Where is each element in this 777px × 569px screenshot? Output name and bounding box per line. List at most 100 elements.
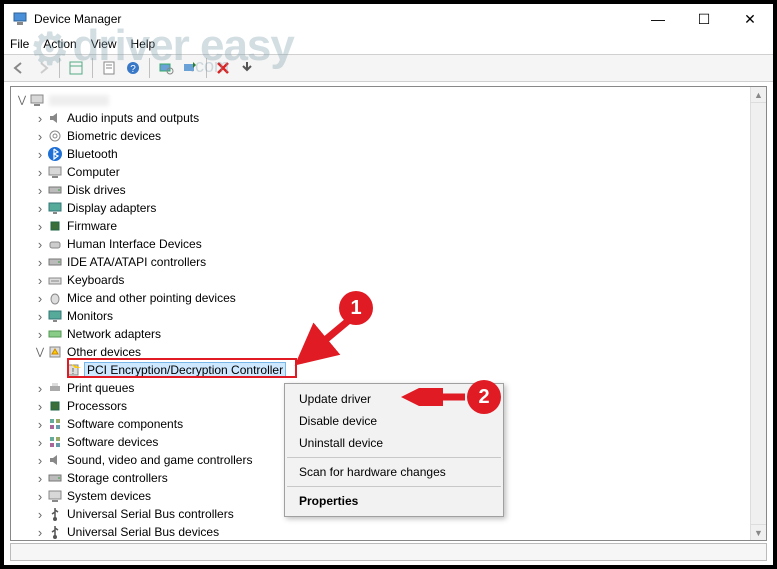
arrow-2-icon xyxy=(400,388,470,406)
tree-item-label: Sound, video and game controllers xyxy=(67,453,252,467)
tree-item[interactable]: Bluetooth xyxy=(11,145,766,163)
tree-item-label: System devices xyxy=(67,489,151,503)
tree-item[interactable]: Computer xyxy=(11,163,766,181)
scroll-up-icon[interactable]: ▲ xyxy=(751,87,766,103)
tree-item-label: Network adapters xyxy=(67,327,161,341)
device-category-icon xyxy=(47,308,63,324)
tree-item-label: Bluetooth xyxy=(67,147,118,161)
tree-item-label: Keyboards xyxy=(67,273,124,287)
vertical-scrollbar[interactable]: ▲ ▼ xyxy=(750,87,766,540)
tree-item[interactable]: Universal Serial Bus devices xyxy=(11,523,766,541)
svg-text:!: ! xyxy=(72,367,74,376)
forward-button[interactable] xyxy=(32,57,54,79)
tree-item-label: Human Interface Devices xyxy=(67,237,202,251)
tree-item-label: Software components xyxy=(67,417,183,431)
maximize-button[interactable]: ☐ xyxy=(681,4,727,34)
help-button[interactable]: ? xyxy=(122,57,144,79)
menu-bar: File Action View Help xyxy=(4,34,773,54)
show-hide-tree-button[interactable] xyxy=(65,57,87,79)
tree-item-label: Firmware xyxy=(67,219,117,233)
device-category-icon xyxy=(47,128,63,144)
menu-properties[interactable]: Properties xyxy=(285,490,503,512)
tree-item-label: Biometric devices xyxy=(67,129,161,143)
tree-item[interactable]: Display adapters xyxy=(11,199,766,217)
tree-item-label: Display adapters xyxy=(67,201,156,215)
menu-separator xyxy=(287,457,501,458)
tree-item[interactable]: Network adapters xyxy=(11,325,766,343)
tree-item-label: Audio inputs and outputs xyxy=(67,111,199,125)
tree-item[interactable]: Biometric devices xyxy=(11,127,766,145)
tree-item-label: Disk drives xyxy=(67,183,126,197)
device-category-icon xyxy=(47,236,63,252)
tree-item-label: Storage controllers xyxy=(67,471,168,485)
window-frame: ⚙driver easy .com Device Manager — ☐ ✕ F… xyxy=(0,0,777,569)
enable-button[interactable] xyxy=(236,57,258,79)
device-category-icon xyxy=(47,344,63,360)
device-category-icon xyxy=(47,272,63,288)
tree-root-label xyxy=(49,95,109,106)
device-category-icon xyxy=(47,110,63,126)
device-category-icon xyxy=(47,434,63,450)
tree-item-label: Processors xyxy=(67,399,127,413)
minimize-button[interactable]: — xyxy=(635,4,681,34)
tree-item[interactable]: Mice and other pointing devices xyxy=(11,289,766,307)
menu-scan-hardware[interactable]: Scan for hardware changes xyxy=(285,461,503,483)
step-marker-2: 2 xyxy=(467,380,501,414)
status-bar xyxy=(10,543,767,561)
arrow-1-icon xyxy=(288,316,358,371)
device-category-icon xyxy=(47,488,63,504)
tree-item-label: Monitors xyxy=(67,309,113,323)
tree-root[interactable] xyxy=(11,91,766,109)
tree-item[interactable]: Keyboards xyxy=(11,271,766,289)
tree-item-label: Software devices xyxy=(67,435,158,449)
menu-view[interactable]: View xyxy=(91,37,117,51)
computer-icon xyxy=(29,92,45,108)
svg-text:?: ? xyxy=(130,64,136,75)
tree-item[interactable]: Other devices xyxy=(11,343,766,361)
tree-child-label: PCI Encryption/Decryption Controller xyxy=(85,363,285,377)
device-category-icon xyxy=(47,416,63,432)
window-title: Device Manager xyxy=(34,12,635,26)
tree-item[interactable]: Monitors xyxy=(11,307,766,325)
tree-item-label: Universal Serial Bus devices xyxy=(67,525,219,539)
device-category-icon xyxy=(47,524,63,540)
tree-item[interactable]: IDE ATA/ATAPI controllers xyxy=(11,253,766,271)
tree-item-label: IDE ATA/ATAPI controllers xyxy=(67,255,206,269)
tree-item[interactable]: Firmware xyxy=(11,217,766,235)
properties-button[interactable] xyxy=(98,57,120,79)
tree-child-item[interactable]: ! PCI Encryption/Decryption Controller xyxy=(11,361,766,379)
menu-disable-device[interactable]: Disable device xyxy=(285,410,503,432)
uninstall-button[interactable] xyxy=(212,57,234,79)
device-category-icon xyxy=(47,290,63,306)
scan-hardware-button[interactable] xyxy=(155,57,177,79)
tree-item[interactable]: Disk drives xyxy=(11,181,766,199)
device-category-icon xyxy=(47,380,63,396)
device-category-icon xyxy=(47,506,63,522)
device-category-icon xyxy=(47,146,63,162)
warning-device-icon: ! xyxy=(65,362,81,378)
menu-file[interactable]: File xyxy=(10,37,29,51)
menu-uninstall-device[interactable]: Uninstall device xyxy=(285,432,503,454)
close-button[interactable]: ✕ xyxy=(727,4,773,34)
scroll-down-icon[interactable]: ▼ xyxy=(751,524,766,540)
menu-separator xyxy=(287,486,501,487)
back-button[interactable] xyxy=(8,57,30,79)
menu-action[interactable]: Action xyxy=(43,37,76,51)
update-driver-button[interactable] xyxy=(179,57,201,79)
device-category-icon xyxy=(47,182,63,198)
title-bar[interactable]: Device Manager — ☐ ✕ xyxy=(4,4,773,34)
tree-item-label: Mice and other pointing devices xyxy=(67,291,236,305)
device-category-icon xyxy=(47,452,63,468)
device-category-icon xyxy=(47,470,63,486)
tree-item-label: Print queues xyxy=(67,381,134,395)
device-category-icon xyxy=(47,326,63,342)
device-category-icon xyxy=(47,218,63,234)
device-category-icon xyxy=(47,254,63,270)
toolbar: ? xyxy=(4,54,773,82)
tree-item-label: Computer xyxy=(67,165,120,179)
tree-item[interactable]: Human Interface Devices xyxy=(11,235,766,253)
device-category-icon xyxy=(47,200,63,216)
menu-help[interactable]: Help xyxy=(131,37,156,51)
device-category-icon xyxy=(47,164,63,180)
tree-item[interactable]: Audio inputs and outputs xyxy=(11,109,766,127)
